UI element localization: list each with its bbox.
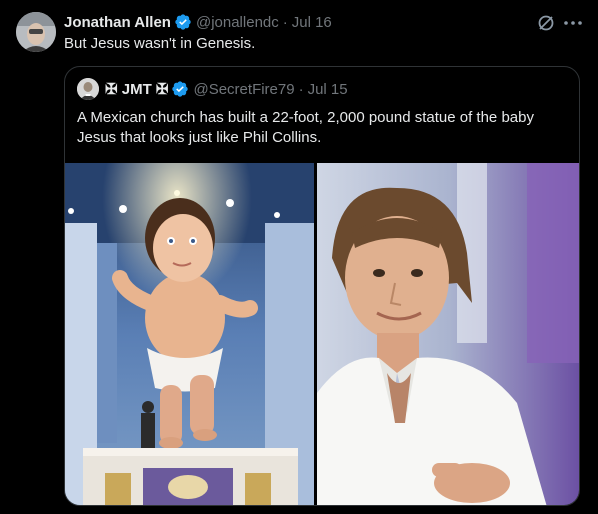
author-avatar[interactable] bbox=[16, 12, 56, 52]
quote-header: ✠ JMT ✠ @SecretFire79 · Jul 15 bbox=[77, 78, 348, 100]
author-name[interactable]: Jonathan Allen bbox=[64, 14, 171, 31]
quote-text: A Mexican church has built a 22-foot, 2,… bbox=[77, 109, 534, 146]
more-icon[interactable] bbox=[562, 13, 584, 33]
quote-author-avatar[interactable] bbox=[77, 78, 99, 100]
quote-author-handle[interactable]: @SecretFire79 bbox=[193, 81, 294, 98]
quoted-tweet[interactable]: ✠ JMT ✠ @SecretFire79 · Jul 15 A Mexican… bbox=[64, 66, 580, 506]
author-handle[interactable]: @jonallendc bbox=[196, 14, 279, 31]
separator-dot: · bbox=[298, 80, 304, 98]
man-photo[interactable] bbox=[317, 163, 579, 505]
quote-date[interactable]: Jul 15 bbox=[308, 81, 348, 98]
verified-badge-icon[interactable] bbox=[171, 80, 189, 98]
quote-author-name[interactable]: ✠ JMT ✠ bbox=[105, 80, 168, 98]
quote-media[interactable] bbox=[65, 163, 579, 505]
tweet-date[interactable]: Jul 16 bbox=[292, 14, 332, 31]
verified-badge-icon[interactable] bbox=[174, 13, 192, 31]
grok-icon[interactable] bbox=[536, 13, 556, 33]
separator-dot: · bbox=[282, 13, 288, 31]
statue-image[interactable] bbox=[65, 163, 314, 505]
tweet-header: Jonathan Allen @jonallendc · Jul 16 bbox=[64, 12, 332, 32]
tweet-text: But Jesus wasn't in Genesis. bbox=[64, 35, 256, 52]
